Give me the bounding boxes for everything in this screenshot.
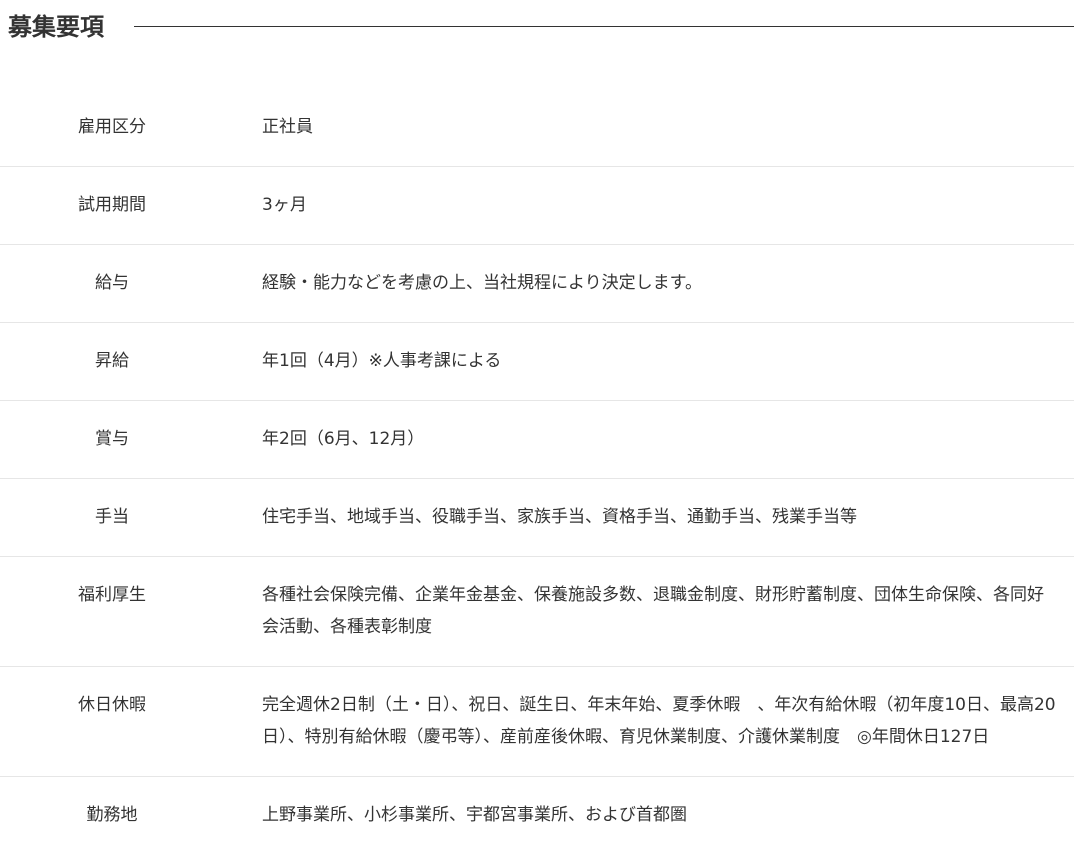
recruitment-table: 雇用区分 正社員 試用期間 3ヶ月 給与 経験・能力などを考慮の上、当社規程によ… — [0, 89, 1074, 854]
row-value: 経験・能力などを考慮の上、当社規程により決定します。 — [262, 273, 702, 293]
row-label: 福利厚生 — [78, 585, 146, 605]
row-value: 年1回（4月）※人事考課による — [262, 351, 502, 371]
table-row-bonus: 賞与 年2回（6月、12月） — [0, 401, 1074, 479]
row-label: 手当 — [95, 507, 129, 527]
table-row-employment-type: 雇用区分 正社員 — [0, 89, 1074, 167]
row-label: 試用期間 — [78, 195, 146, 215]
row-value: 3ヶ月 — [262, 195, 307, 215]
table-row-raise: 昇給 年1回（4月）※人事考課による — [0, 323, 1074, 401]
row-value: 完全週休2日制（土・日）、祝日、誕生日、年末年始、夏季休暇 、年次有給休暇（初年… — [262, 695, 1056, 747]
table-row-salary: 給与 経験・能力などを考慮の上、当社規程により決定します。 — [0, 245, 1074, 323]
row-value: 各種社会保険完備、企業年金基金、保養施設多数、退職金制度、財形貯蓄制度、団体生命… — [262, 585, 1044, 637]
row-value: 住宅手当、地域手当、役職手当、家族手当、資格手当、通勤手当、残業手当等 — [262, 507, 857, 527]
table-row-holidays: 休日休暇 完全週休2日制（土・日）、祝日、誕生日、年末年始、夏季休暇 、年次有給… — [0, 667, 1074, 777]
row-label: 昇給 — [95, 351, 129, 371]
row-label: 休日休暇 — [78, 695, 146, 715]
row-value: 年2回（6月、12月） — [262, 429, 425, 449]
section-title: 募集要項 — [8, 13, 104, 41]
table-row-probation: 試用期間 3ヶ月 — [0, 167, 1074, 245]
row-label: 雇用区分 — [78, 117, 146, 137]
row-value: 上野事業所、小杉事業所、宇都宮事業所、および首都圏 — [262, 805, 687, 825]
row-value: 正社員 — [262, 117, 313, 137]
heading-divider — [134, 26, 1074, 27]
table-row-allowances: 手当 住宅手当、地域手当、役職手当、家族手当、資格手当、通勤手当、残業手当等 — [0, 479, 1074, 557]
row-label: 給与 — [95, 273, 129, 293]
table-row-benefits: 福利厚生 各種社会保険完備、企業年金基金、保養施設多数、退職金制度、財形貯蓄制度… — [0, 557, 1074, 667]
row-label: 賞与 — [95, 429, 129, 449]
table-row-work-location: 勤務地 上野事業所、小杉事業所、宇都宮事業所、および首都圏 — [0, 777, 1074, 854]
section-heading: 募集要項 — [0, 0, 1074, 56]
row-label: 勤務地 — [86, 805, 138, 825]
